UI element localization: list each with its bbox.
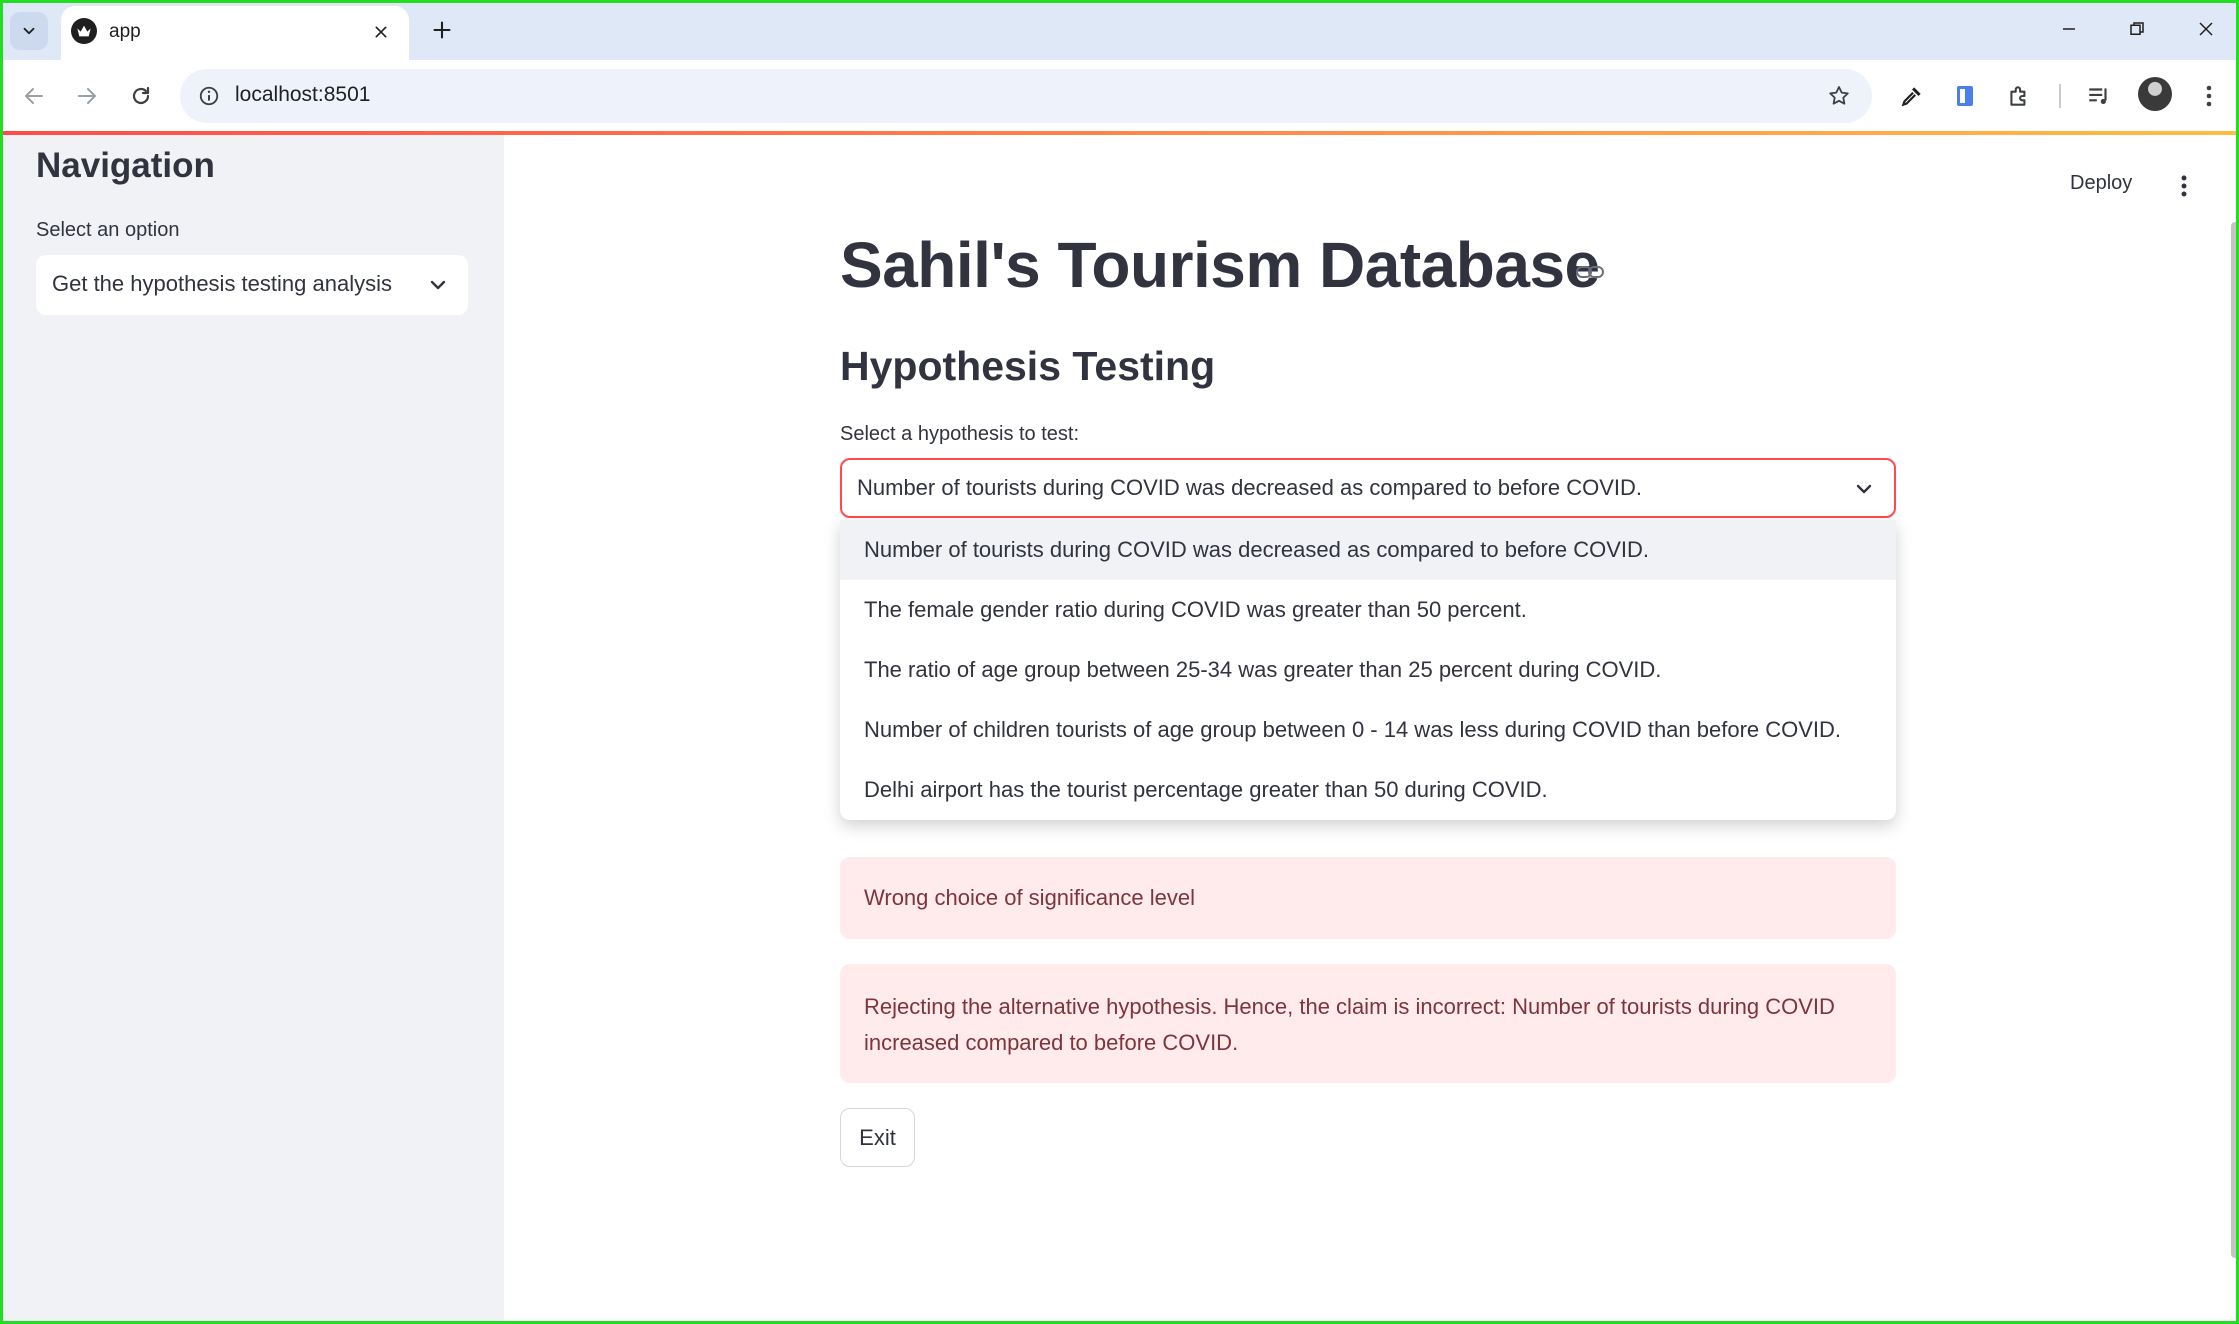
forward-button[interactable]	[67, 76, 107, 116]
hypothesis-select-value: Number of tourists during COVID was decr…	[857, 475, 1643, 500]
deploy-button[interactable]: Deploy	[2070, 172, 2132, 195]
browser-menu-icon[interactable]	[2189, 76, 2229, 116]
bookmark-star-icon[interactable]	[1824, 81, 1854, 111]
main-menu-icon[interactable]	[2170, 170, 2198, 202]
close-icon	[2199, 22, 2213, 36]
page-title: Sahil's Tourism Database	[840, 229, 1600, 301]
section-title: Hypothesis Testing	[840, 343, 1216, 389]
close-window-button[interactable]	[2182, 10, 2230, 48]
tab-title: app	[109, 21, 141, 42]
dropdown-option[interactable]: The female gender ratio during COVID was…	[840, 580, 1896, 640]
new-tab-button[interactable]	[424, 12, 460, 48]
sidebar-select-label: Select an option	[36, 219, 180, 241]
arrow-right-icon	[78, 88, 96, 104]
reload-button[interactable]	[121, 76, 161, 116]
chevron-down-icon	[430, 280, 446, 290]
chevron-down-icon	[23, 27, 35, 35]
restore-button[interactable]	[2113, 10, 2161, 48]
browser-tab[interactable]: app	[61, 6, 409, 60]
reload-icon	[132, 86, 150, 105]
extensions-puzzle-icon[interactable]	[1999, 76, 2039, 116]
browser-tabstrip: app	[0, 0, 2239, 60]
sidebar-title: Navigation	[36, 146, 215, 185]
browser-toolbar: localhost:8501	[0, 60, 2239, 132]
error-alert-result: Rejecting the alternative hypothesis. He…	[840, 964, 1896, 1083]
restore-icon	[2130, 22, 2144, 35]
tab-manager-extension-icon[interactable]	[1945, 76, 1985, 116]
minimize-button[interactable]	[2045, 10, 2093, 48]
hypothesis-dropdown-menu: Number of tourists during COVID was decr…	[840, 520, 1896, 820]
site-info-icon[interactable]	[194, 81, 224, 111]
hypothesis-select-label: Select a hypothesis to test:	[840, 423, 1080, 445]
link-anchor-icon[interactable]	[1575, 262, 1605, 282]
dropdown-option[interactable]: Number of tourists during COVID was decr…	[840, 520, 1896, 580]
eyedropper-extension-icon[interactable]	[1892, 76, 1932, 116]
media-control-icon[interactable]	[2079, 76, 2119, 116]
hypothesis-select[interactable]: Number of tourists during COVID was decr…	[840, 458, 1896, 518]
back-button[interactable]	[14, 76, 54, 116]
profile-avatar[interactable]	[2138, 77, 2172, 111]
address-bar[interactable]: localhost:8501	[180, 69, 1872, 123]
dropdown-option[interactable]: Number of children tourists of age group…	[840, 700, 1896, 760]
error-alert-significance: Wrong choice of significance level	[840, 857, 1896, 939]
dropdown-option[interactable]: The ratio of age group between 25-34 was…	[840, 640, 1896, 700]
exit-button[interactable]: Exit	[840, 1108, 915, 1167]
page-scrollbar[interactable]	[2231, 222, 2239, 1258]
arrow-left-icon	[25, 88, 43, 104]
url-text[interactable]: localhost:8501	[235, 83, 370, 107]
sidebar-select-value: Get the hypothesis testing analysis	[52, 271, 392, 296]
toolbar-separator	[2059, 84, 2061, 108]
sidebar-option-select[interactable]: Get the hypothesis testing analysis	[36, 255, 468, 315]
dropdown-option[interactable]: Delhi airport has the tourist percentage…	[840, 760, 1896, 820]
tab-search-button[interactable]	[10, 12, 48, 50]
plus-icon	[433, 21, 451, 39]
chevron-down-icon	[1856, 484, 1872, 494]
minimize-icon	[2063, 28, 2075, 30]
tab-close-icon[interactable]	[367, 18, 395, 46]
streamlit-favicon-icon	[71, 18, 97, 44]
